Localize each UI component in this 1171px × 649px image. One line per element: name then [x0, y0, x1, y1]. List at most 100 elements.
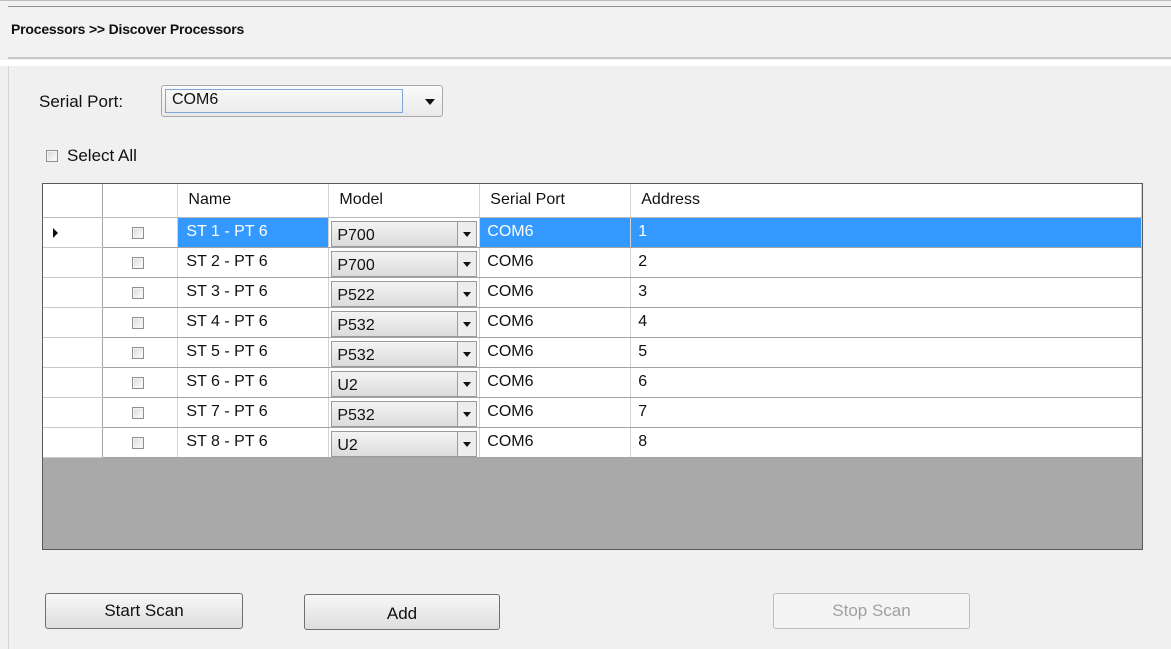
- model-select[interactable]: P700: [331, 220, 478, 246]
- address-cell[interactable]: 7: [630, 397, 1142, 428]
- table-row[interactable]: ST 3 - PT 6 P522 COM6 3: [43, 277, 1142, 308]
- row-header[interactable]: [43, 367, 104, 398]
- serial-port-cell[interactable]: COM6: [479, 367, 632, 398]
- model-value: P700: [337, 226, 375, 244]
- name-cell[interactable]: ST 8 - PT 6: [177, 427, 330, 458]
- name-cell[interactable]: ST 3 - PT 6: [177, 277, 330, 308]
- model-select[interactable]: P532: [331, 340, 478, 366]
- serial-port-cell[interactable]: COM6: [479, 427, 632, 458]
- processors-grid[interactable]: Name Model Serial Port Address ST 1 - PT…: [42, 183, 1143, 550]
- address-cell[interactable]: 2: [630, 247, 1142, 278]
- row-checkbox[interactable]: [132, 346, 145, 359]
- model-select[interactable]: P532: [331, 310, 478, 336]
- address-cell[interactable]: 5: [630, 337, 1142, 368]
- model-value: U2: [337, 376, 358, 394]
- serial-port-cell[interactable]: COM6: [479, 397, 632, 428]
- row-select-cell: [102, 427, 179, 458]
- select-all-label[interactable]: Select All: [67, 146, 137, 166]
- current-row-icon: [53, 227, 58, 238]
- address-cell[interactable]: 6: [630, 367, 1142, 398]
- column-header-serial-port[interactable]: Serial Port: [479, 184, 632, 218]
- name-cell[interactable]: ST 7 - PT 6: [177, 397, 330, 428]
- table-row[interactable]: ST 6 - PT 6 U2 COM6 6: [43, 367, 1142, 398]
- model-cell: P532: [328, 307, 481, 338]
- row-checkbox[interactable]: [132, 406, 145, 419]
- table-row[interactable]: ST 1 - PT 6 P700 COM6 1: [43, 217, 1142, 248]
- header-bottom-rule: [8, 57, 1171, 59]
- row-checkbox[interactable]: [132, 316, 145, 329]
- serial-port-label: Serial Port:: [39, 92, 124, 111]
- serial-port-select[interactable]: COM6: [161, 85, 443, 117]
- model-select[interactable]: P532: [331, 400, 478, 426]
- add-button[interactable]: Add: [304, 594, 500, 630]
- table-row[interactable]: ST 8 - PT 6 U2 COM6 8: [43, 427, 1142, 458]
- row-header[interactable]: [43, 427, 104, 458]
- model-value: U2: [337, 436, 358, 454]
- row-header[interactable]: [43, 217, 104, 248]
- table-row[interactable]: ST 2 - PT 6 P700 COM6 2: [43, 247, 1142, 278]
- row-header[interactable]: [43, 247, 104, 278]
- model-select[interactable]: P522: [331, 280, 478, 306]
- row-checkbox[interactable]: [132, 286, 145, 299]
- chevron-down-icon[interactable]: [457, 251, 477, 276]
- page-header: Processors >> Discover Processors: [0, 0, 1171, 60]
- chevron-down-icon[interactable]: [457, 341, 477, 366]
- row-checkbox[interactable]: [132, 226, 145, 239]
- row-select-cell: [102, 367, 179, 398]
- row-header[interactable]: [43, 307, 104, 338]
- name-cell[interactable]: ST 5 - PT 6: [177, 337, 330, 368]
- name-cell[interactable]: ST 1 - PT 6: [177, 217, 330, 248]
- address-cell[interactable]: 3: [630, 277, 1142, 308]
- column-header-address[interactable]: Address: [630, 184, 1142, 218]
- model-cell: P700: [328, 217, 481, 248]
- panel-left-border: [8, 66, 9, 649]
- model-cell: U2: [328, 427, 481, 458]
- address-cell[interactable]: 1: [630, 217, 1142, 248]
- row-select-cell: [102, 307, 179, 338]
- chevron-down-icon[interactable]: [457, 401, 477, 426]
- model-value: P532: [337, 406, 375, 424]
- chevron-down-icon[interactable]: [457, 281, 477, 306]
- row-select-cell: [102, 397, 179, 428]
- row-checkbox[interactable]: [132, 376, 145, 389]
- name-cell[interactable]: ST 2 - PT 6: [177, 247, 330, 278]
- row-checkbox[interactable]: [132, 436, 145, 449]
- grid-header-row: Name Model Serial Port Address: [43, 184, 1142, 218]
- row-select-cell: [102, 247, 179, 278]
- serial-port-cell[interactable]: COM6: [479, 217, 632, 248]
- serial-port-cell[interactable]: COM6: [479, 307, 632, 338]
- row-header[interactable]: [43, 277, 104, 308]
- serial-port-cell[interactable]: COM6: [479, 277, 632, 308]
- row-checkbox[interactable]: [132, 256, 145, 269]
- column-header-name[interactable]: Name: [177, 184, 330, 218]
- table-row[interactable]: ST 5 - PT 6 P532 COM6 5: [43, 337, 1142, 368]
- row-header[interactable]: [43, 337, 104, 368]
- address-cell[interactable]: 4: [630, 307, 1142, 338]
- start-scan-button[interactable]: Start Scan: [45, 593, 243, 629]
- stop-scan-button[interactable]: Stop Scan: [773, 593, 970, 629]
- model-cell: P532: [328, 337, 481, 368]
- row-header[interactable]: [43, 397, 104, 428]
- model-value: P532: [337, 346, 375, 364]
- chevron-down-icon[interactable]: [457, 371, 477, 396]
- model-select[interactable]: P700: [331, 250, 478, 276]
- model-value: P532: [337, 316, 375, 334]
- chevron-down-icon[interactable]: [457, 311, 477, 336]
- chevron-down-icon[interactable]: [425, 99, 435, 105]
- model-select[interactable]: U2: [331, 370, 478, 396]
- chevron-down-icon[interactable]: [457, 221, 477, 246]
- select-all-checkbox[interactable]: [46, 150, 58, 162]
- address-cell[interactable]: 8: [630, 427, 1142, 458]
- name-cell[interactable]: ST 6 - PT 6: [177, 367, 330, 398]
- column-header-model[interactable]: Model: [328, 184, 481, 218]
- table-row[interactable]: ST 4 - PT 6 P532 COM6 4: [43, 307, 1142, 338]
- model-select[interactable]: U2: [331, 430, 478, 456]
- serial-port-cell[interactable]: COM6: [479, 247, 632, 278]
- breadcrumb: Processors >> Discover Processors: [11, 21, 245, 37]
- column-header-select[interactable]: [102, 184, 179, 218]
- chevron-down-icon[interactable]: [457, 431, 477, 456]
- serial-port-cell[interactable]: COM6: [479, 337, 632, 368]
- model-cell: P700: [328, 247, 481, 278]
- name-cell[interactable]: ST 4 - PT 6: [177, 307, 330, 338]
- table-row[interactable]: ST 7 - PT 6 P532 COM6 7: [43, 397, 1142, 428]
